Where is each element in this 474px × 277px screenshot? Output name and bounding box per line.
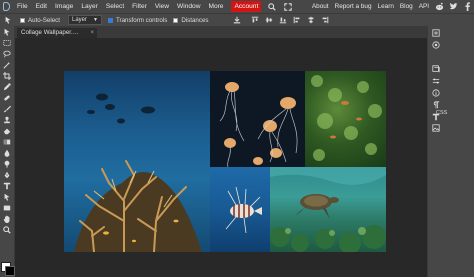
chevron-down-icon: ▼	[93, 17, 98, 23]
twitter-icon[interactable]	[448, 2, 458, 12]
menu-select[interactable]: Select	[102, 0, 128, 13]
background-color-swatch[interactable]	[5, 266, 15, 276]
menu-image[interactable]: Image	[51, 0, 77, 13]
paragraph-icon[interactable]	[431, 100, 441, 110]
move-icon[interactable]	[0, 26, 14, 37]
css-panel-label[interactable]: CSS	[436, 110, 447, 116]
report-bug-link[interactable]: Report a bug	[332, 3, 375, 10]
auto-select-label: Auto-Select	[28, 16, 60, 24]
dodge-icon[interactable]	[0, 158, 14, 169]
tool-options-bar: Auto-Select Layer ▼ Transform controls Di…	[0, 14, 474, 27]
layers-icon[interactable]	[431, 64, 441, 74]
jellyfish-photo	[210, 71, 305, 167]
download-icon[interactable]	[231, 14, 243, 26]
brush-icon[interactable]	[0, 103, 14, 114]
document-tab[interactable]: Collage Wallpaper.… ×	[17, 28, 97, 38]
swatches-icon[interactable]	[431, 40, 441, 50]
close-icon[interactable]: ×	[90, 28, 94, 38]
zoom-icon[interactable]	[0, 224, 14, 235]
crop-icon[interactable]	[0, 70, 14, 81]
menu-view[interactable]: View	[151, 0, 173, 13]
lionfish-photo	[210, 167, 270, 252]
align-right-icon[interactable]	[319, 14, 331, 26]
path-select-icon[interactable]	[0, 191, 14, 202]
shape-icon[interactable]	[0, 202, 14, 213]
history-icon[interactable]	[431, 28, 441, 38]
marquee-icon[interactable]	[0, 37, 14, 48]
api-link[interactable]: API	[416, 3, 432, 10]
tools-panel	[0, 26, 15, 277]
info-icon[interactable]	[431, 88, 441, 98]
about-link[interactable]: About	[309, 3, 332, 10]
transform-controls-label: Transform controls	[115, 16, 168, 24]
clone-stamp-icon[interactable]	[0, 114, 14, 125]
sea-turtle-photo	[270, 167, 386, 252]
menu-file[interactable]: File	[13, 0, 32, 13]
eyedropper-icon[interactable]	[0, 81, 14, 92]
distances-checkbox[interactable]	[173, 17, 179, 23]
menu-filter[interactable]: Filter	[128, 0, 151, 13]
menu-bar: File Edit Image Layer Select Filter View…	[0, 0, 474, 14]
document-tab-title: Collage Wallpaper.…	[21, 29, 79, 36]
pen-icon[interactable]	[0, 169, 14, 180]
menu-layer[interactable]: Layer	[77, 0, 102, 13]
auto-select-checkbox[interactable]	[20, 17, 25, 23]
blog-link[interactable]: Blog	[397, 3, 416, 10]
magic-wand-icon[interactable]	[0, 59, 14, 70]
transform-controls-checkbox[interactable]	[107, 17, 113, 23]
align-top-icon[interactable]	[249, 14, 261, 26]
reddit-icon[interactable]	[434, 2, 444, 12]
search-icon[interactable]	[267, 2, 277, 12]
collage-image[interactable]	[64, 71, 386, 252]
right-panel	[427, 26, 474, 277]
hand-icon[interactable]	[0, 213, 14, 224]
photopea-logo-icon[interactable]	[0, 0, 13, 13]
fullscreen-icon[interactable]	[283, 2, 293, 12]
align-bottom-icon[interactable]	[277, 14, 289, 26]
healing-brush-icon[interactable]	[0, 92, 14, 103]
account-button[interactable]: Account	[231, 1, 262, 12]
align-left-icon[interactable]	[291, 14, 303, 26]
learn-link[interactable]: Learn	[375, 3, 397, 10]
image-icon[interactable]	[431, 123, 441, 133]
menu-window[interactable]: Window	[173, 0, 204, 13]
menu-edit[interactable]: Edit	[32, 0, 51, 13]
move-tool-icon[interactable]	[2, 14, 14, 26]
eraser-icon[interactable]	[0, 125, 14, 136]
distances-label: Distances	[181, 16, 209, 24]
coral-reef-photo	[64, 71, 210, 252]
type-icon[interactable]	[0, 180, 14, 191]
menu-more[interactable]: More	[204, 0, 227, 13]
lasso-icon[interactable]	[0, 48, 14, 59]
align-center-icon[interactable]	[305, 14, 317, 26]
document-tabs: Collage Wallpaper.… ×	[15, 27, 427, 38]
layer-select[interactable]: Layer ▼	[68, 15, 102, 25]
facebook-icon[interactable]	[462, 2, 472, 12]
fill-icon[interactable]	[0, 136, 14, 147]
kelp-forest-photo	[305, 71, 386, 167]
align-middle-icon[interactable]	[263, 14, 275, 26]
adjustments-icon[interactable]	[431, 76, 441, 86]
blur-icon[interactable]	[0, 147, 14, 158]
